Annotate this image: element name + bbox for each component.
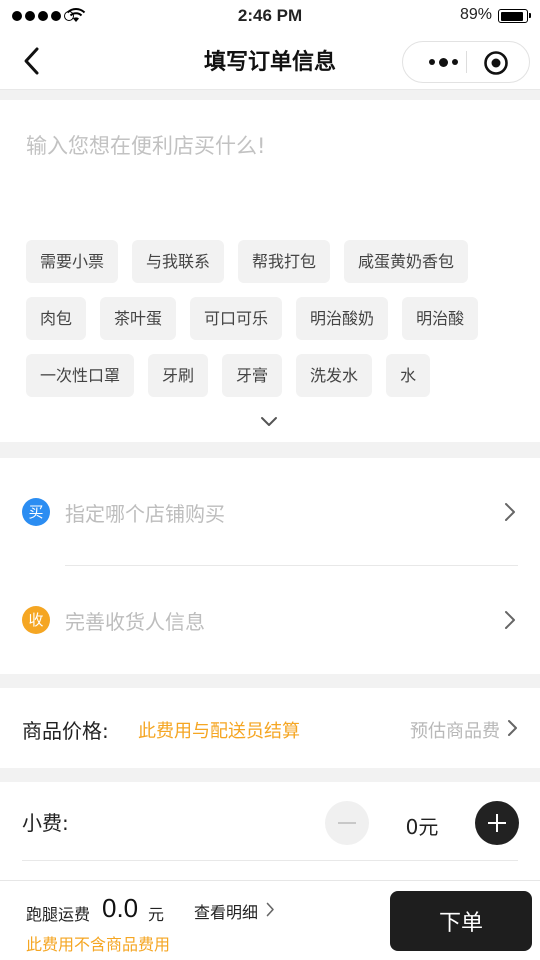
receiver-row[interactable]: 收 完善收货人信息: [0, 566, 540, 674]
price-label: 商品价格:: [22, 719, 109, 743]
expand-tags-chevron-icon[interactable]: [258, 414, 280, 430]
chevron-right-icon: [505, 503, 515, 521]
quick-tag[interactable]: 帮我打包: [238, 240, 331, 283]
quick-tag[interactable]: 明治酸: [402, 297, 479, 340]
fee-unit: 元: [148, 905, 165, 924]
tip-value: 0元: [405, 815, 439, 839]
fee-note: 此费用不含商品费用: [26, 935, 171, 954]
receive-badge-icon: 收: [22, 606, 50, 634]
quick-tag[interactable]: 洗发水: [296, 354, 373, 397]
quick-tag[interactable]: 需要小票: [26, 240, 119, 283]
quick-tag[interactable]: 可口可乐: [190, 297, 283, 340]
quick-tag[interactable]: 牙刷: [148, 354, 209, 397]
quick-tags: 需要小票 与我联系 帮我打包 咸蛋黄奶香包 肉包 茶叶蛋 可口可乐 明治酸奶 明…: [26, 240, 526, 397]
tip-row: 小费: 0元: [0, 782, 540, 880]
fee-value: 0.0: [102, 893, 139, 923]
estimate-price-link[interactable]: 预估商品费: [410, 717, 500, 743]
quick-tag[interactable]: 肉包: [26, 297, 87, 340]
fee-label: 跑腿运费: [26, 905, 91, 924]
price-note: 此费用与配送员结算: [138, 721, 300, 742]
store-label: 指定哪个店铺购买: [65, 502, 225, 526]
quick-tag[interactable]: 牙膏: [222, 354, 283, 397]
battery-percent: 89%: [459, 6, 492, 23]
chevron-right-icon: [505, 611, 515, 629]
tip-label: 小费:: [22, 811, 69, 835]
price-row: 商品价格: 此费用与配送员结算 预估商品费: [0, 688, 540, 768]
quick-tag[interactable]: 茶叶蛋: [100, 297, 177, 340]
quick-tag[interactable]: 咸蛋黄奶香包: [344, 240, 469, 283]
buy-badge-icon: 买: [22, 498, 50, 526]
store-row[interactable]: 买 指定哪个店铺购买: [0, 458, 540, 566]
more-icon[interactable]: [421, 42, 465, 82]
close-miniprogram-icon[interactable]: [483, 50, 509, 76]
view-details-link[interactable]: 查看明细: [194, 899, 258, 923]
status-bar: 2:46 PM 89%: [0, 0, 540, 32]
order-content-input[interactable]: [26, 128, 516, 164]
nav-bar: 填写订单信息: [0, 32, 540, 90]
quick-tag[interactable]: 明治酸奶: [296, 297, 389, 340]
row-divider: [22, 860, 518, 861]
receiver-label: 完善收货人信息: [65, 610, 205, 634]
quick-tag[interactable]: 与我联系: [132, 240, 225, 283]
quick-tag[interactable]: 一次性口罩: [26, 354, 135, 397]
miniprogram-capsule: [402, 41, 530, 83]
increase-tip-button[interactable]: [475, 801, 519, 845]
capsule-divider: [466, 51, 467, 73]
submit-order-button[interactable]: 下单: [390, 891, 532, 951]
bottom-bar: 跑腿运费 0.0 元 此费用不含商品费用 查看明细 下单: [0, 880, 540, 960]
battery-icon: [498, 9, 531, 23]
chevron-right-icon[interactable]: [507, 719, 518, 737]
chevron-right-icon[interactable]: [266, 902, 275, 917]
quick-tag[interactable]: 水: [386, 354, 431, 397]
decrease-tip-button[interactable]: [325, 801, 369, 845]
address-card: 买 指定哪个店铺购买 收 完善收货人信息: [0, 458, 540, 674]
order-input-card: 需要小票 与我联系 帮我打包 咸蛋黄奶香包 肉包 茶叶蛋 可口可乐 明治酸奶 明…: [0, 100, 540, 442]
